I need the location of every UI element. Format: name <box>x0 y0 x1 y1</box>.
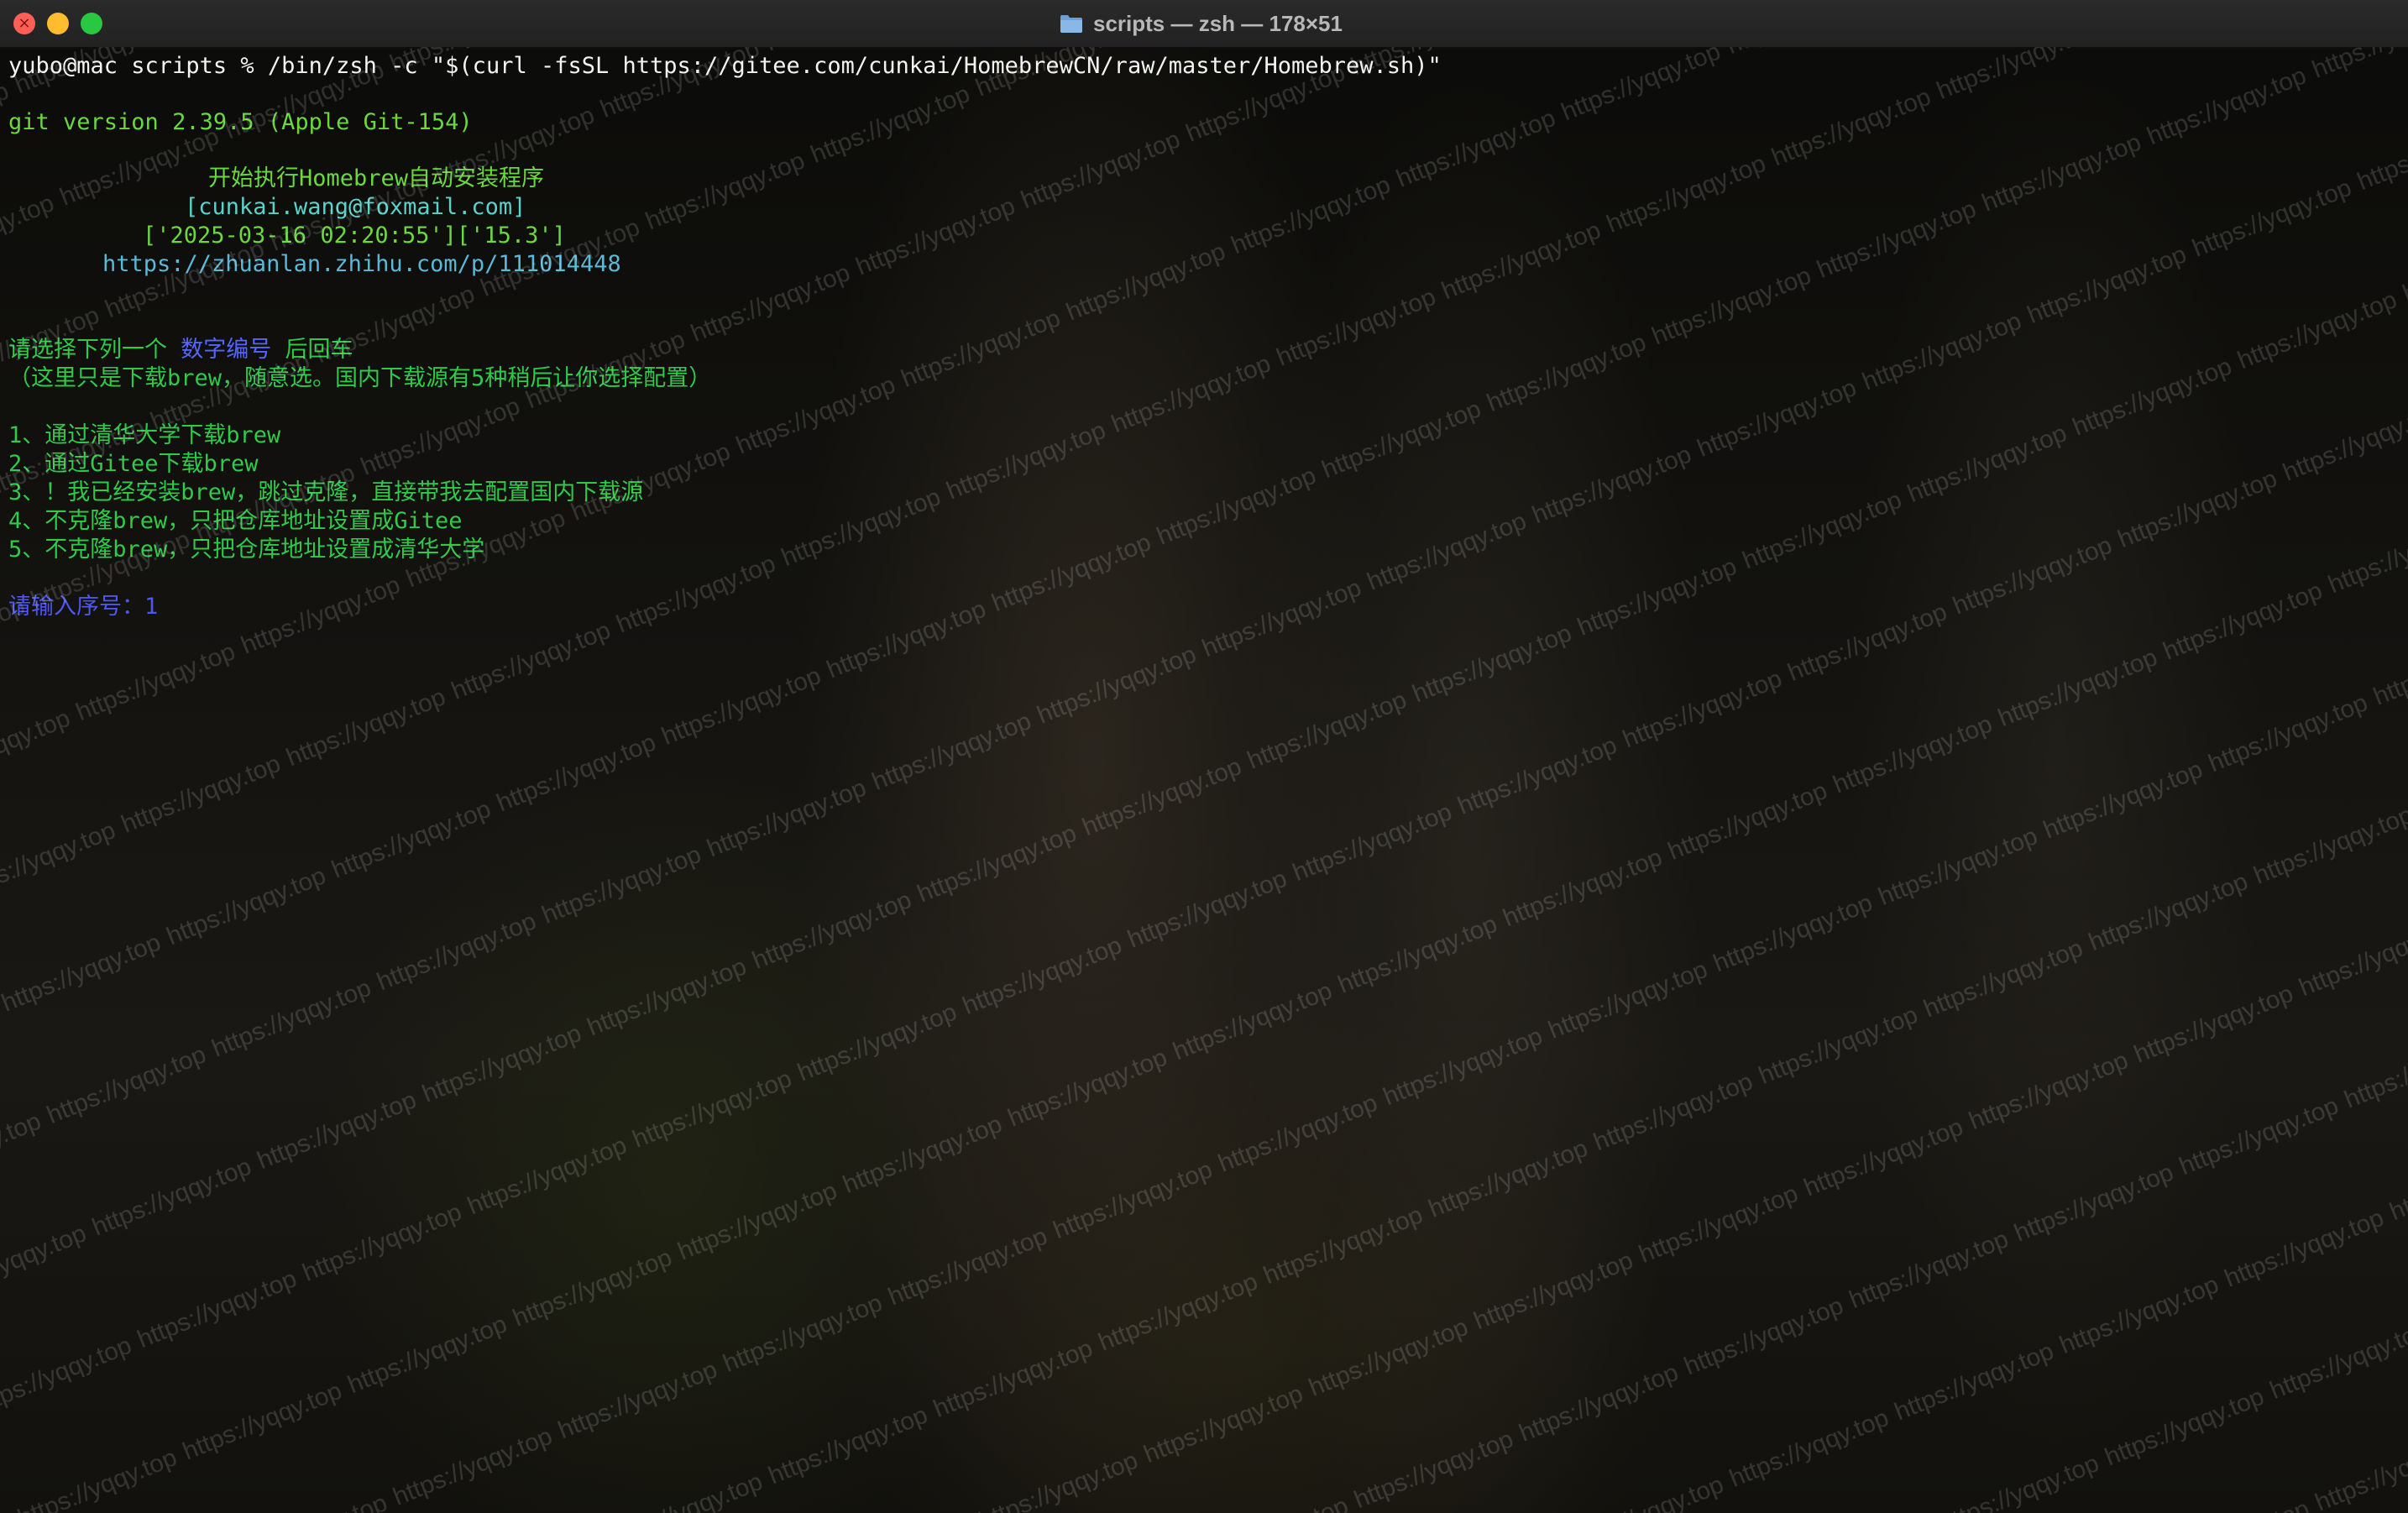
input-line[interactable]: 请输入序号：1 <box>8 593 158 621</box>
banner-email: [cunkai.wang@foxmail.com] <box>185 194 526 220</box>
select-prompt-highlight: 数字编号 <box>181 337 272 363</box>
minimize-button[interactable] <box>47 13 69 34</box>
banner-datetime: ['2025-03-16 02:20:55']['15.3'] <box>143 222 566 249</box>
select-prompt-before: 请选择下列一个 <box>8 337 181 363</box>
option-item: 5、不克隆brew，只把仓库地址设置成清华大学 <box>8 537 485 563</box>
close-icon: × <box>18 14 31 32</box>
banner-link[interactable]: https://zhuanlan.zhihu.com/p/111014448 <box>102 250 621 279</box>
zoom-button[interactable] <box>81 13 102 34</box>
window-title-text: scripts — zsh — 178×51 <box>1093 10 1343 36</box>
command-line: yubo@mac scripts % /bin/zsh -c "$(curl -… <box>8 53 1442 79</box>
input-prompt: 请输入序号： <box>8 594 144 620</box>
option-item: 4、不克隆brew，只把仓库地址设置成Gitee <box>8 508 463 534</box>
option-item: 1、通过清华大学下载brew <box>8 422 281 448</box>
terminal-window: × scripts — zsh — 178×51 yubo@mac script… <box>0 0 2408 1513</box>
close-button[interactable]: × <box>13 13 35 34</box>
banner-title: 开始执行Homebrew自动安装程序 <box>208 165 545 191</box>
git-version-line: git version 2.39.5 (Apple Git-154) <box>8 109 473 135</box>
option-item: 3、！我已经安装brew，跳过克隆，直接带我去配置国内下载源 <box>8 479 644 505</box>
terminal-content[interactable]: yubo@mac scripts % /bin/zsh -c "$(curl -… <box>0 47 2408 1513</box>
option-item: 2、通过Gitee下载brew <box>8 451 259 477</box>
input-value[interactable]: 1 <box>144 594 158 620</box>
window-title: scripts — zsh — 178×51 <box>1060 0 1343 47</box>
title-bar[interactable]: × scripts — zsh — 178×51 <box>0 0 2408 49</box>
download-note: （这里只是下载brew，随意选。国内下载源有5种稍后让你选择配置） <box>8 365 712 391</box>
select-prompt: 请选择下列一个 数字编号 后回车 <box>8 336 353 364</box>
select-prompt-after: 后回车 <box>271 337 353 363</box>
folder-icon <box>1060 13 1083 34</box>
